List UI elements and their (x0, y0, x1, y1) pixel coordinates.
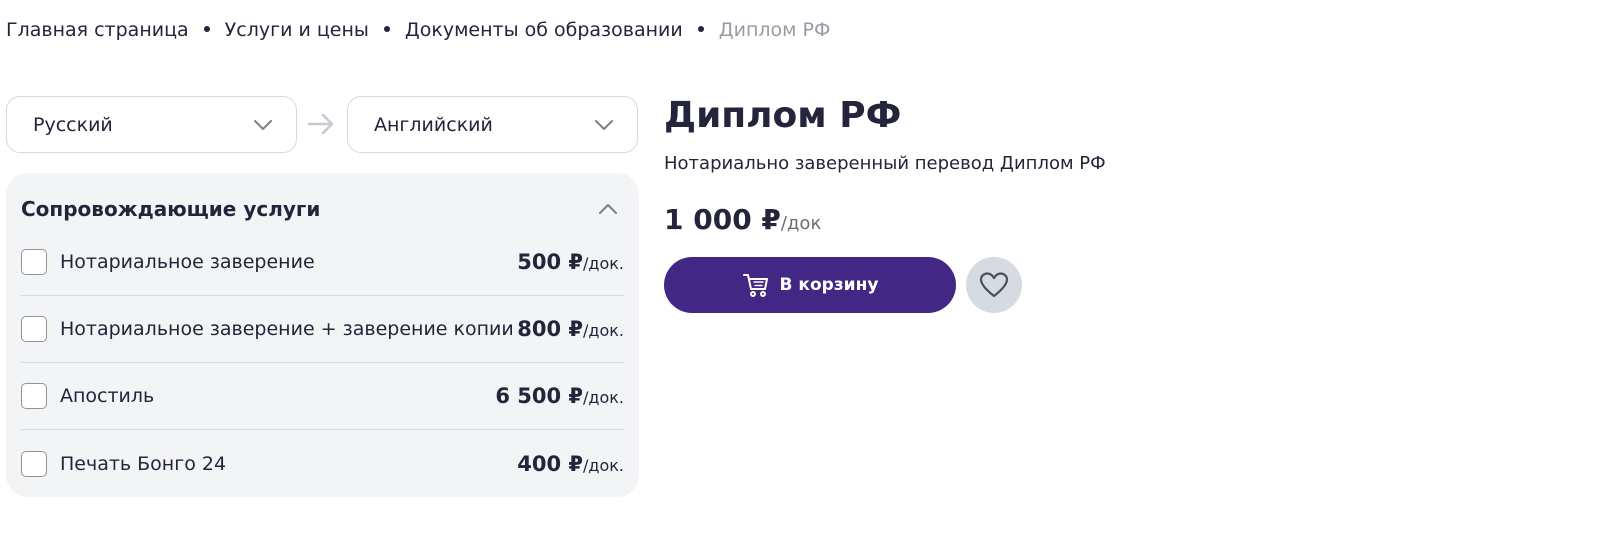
breadcrumb: Главная страница Услуги и цены Документы… (6, 19, 830, 41)
heart-icon (979, 272, 1009, 298)
service-price-unit: /док. (583, 321, 624, 340)
service-price-value: 500 ₽ (517, 250, 583, 274)
breadcrumb-separator (383, 26, 390, 32)
favorite-button[interactable] (966, 257, 1022, 313)
accompanying-services-panel: Сопровождающие услуги Нотариальное завер… (6, 173, 639, 497)
service-checkbox[interactable] (21, 249, 47, 275)
add-to-cart-label: В корзину (779, 275, 879, 295)
service-price-value: 400 ₽ (517, 451, 583, 476)
product-price-value: 1 000 ₽ (664, 203, 781, 236)
source-language-value: Русский (33, 113, 113, 136)
target-language-select[interactable]: Английский (347, 96, 638, 153)
service-checkbox[interactable] (21, 450, 47, 477)
source-language-select[interactable]: Русский (6, 96, 297, 153)
service-price: 400 ₽/док. (517, 452, 624, 476)
service-price: 500 ₽/док. (517, 250, 624, 274)
service-price-unit: /док. (583, 455, 624, 475)
service-price-unit: /док. (583, 388, 624, 407)
target-language-value: Английский (374, 113, 493, 136)
service-price-value: 800 ₽ (517, 317, 583, 341)
service-label: Нотариальное заверение + заверение копии (60, 318, 514, 340)
product-price: 1 000 ₽/док (664, 203, 821, 236)
service-price: 6 500 ₽/док. (495, 384, 624, 408)
service-checkbox[interactable] (21, 316, 47, 342)
breadcrumb-current: Диплом РФ (718, 19, 831, 41)
service-label: Апостиль (60, 385, 155, 407)
service-label: Печать Бонго 24 (60, 452, 227, 475)
breadcrumb-services[interactable]: Услуги и цены (225, 19, 369, 41)
service-row-notary-copy: Нотариальное заверение + заверение копии… (21, 296, 624, 363)
service-checkbox[interactable] (21, 383, 47, 409)
services-panel-title: Сопровождающие услуги (21, 197, 321, 221)
product-price-unit: /док (780, 213, 822, 234)
service-row-apostille: Апостиль 6 500 ₽/док. (21, 363, 624, 430)
chevron-down-icon (595, 119, 613, 130)
cart-icon (742, 274, 768, 297)
breadcrumb-separator (697, 26, 704, 32)
add-to-cart-button[interactable]: В корзину (664, 257, 956, 313)
arrow-right-icon (307, 113, 334, 135)
service-price-value: 6 500 ₽ (495, 384, 583, 408)
product-title: Диплом РФ (664, 95, 902, 136)
product-subtitle: Нотариально заверенный перевод Диплом РФ (664, 153, 1106, 174)
service-label: Нотариальное заверение (60, 251, 315, 273)
breadcrumb-separator (203, 26, 210, 32)
service-row-notary: Нотариальное заверение 500 ₽/док. (21, 229, 624, 296)
chevron-down-icon (254, 119, 272, 130)
breadcrumb-education-docs[interactable]: Документы об образовании (405, 19, 683, 41)
breadcrumb-home[interactable]: Главная страница (6, 19, 189, 41)
service-price: 800 ₽/док. (517, 317, 624, 341)
service-row-stamp: Печать Бонго 24 400 ₽/док. (21, 430, 624, 497)
service-price-unit: /док. (583, 254, 624, 273)
chevron-up-icon[interactable] (596, 199, 620, 219)
